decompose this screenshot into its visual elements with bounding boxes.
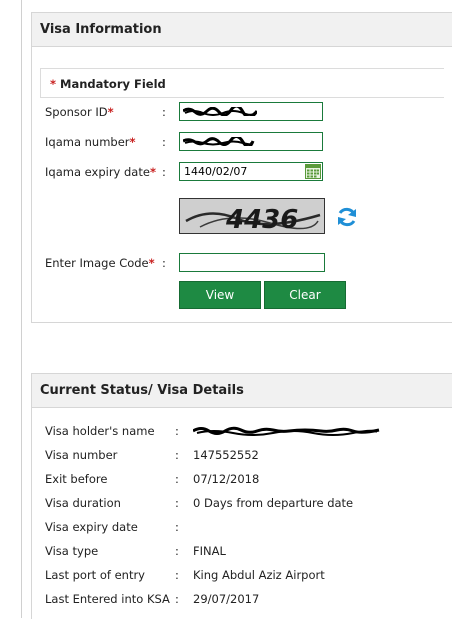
colon: : [175,424,179,438]
current-status-panel: Current Status/ Visa Details Visa holder… [31,373,452,619]
colon: : [175,544,179,558]
calendar-icon[interactable] [305,164,321,179]
colon: : [175,520,179,534]
captcha-text: 4436 [225,205,298,234]
colon: : [162,165,166,179]
status-row-label: Visa duration [45,496,121,510]
status-row-value: 07/12/2018 [193,472,260,486]
mandatory-star: * [50,77,57,91]
status-row-value: 147552552 [193,448,259,462]
colon: : [175,592,179,606]
sponsor-id-label: Sponsor ID* [45,105,114,119]
status-row-label: Exit before [45,472,108,486]
colon: : [162,256,166,270]
clear-button[interactable]: Clear [264,281,346,309]
iqama-expiry-label: Iqama expiry date* [45,165,156,179]
iqama-expiry-input[interactable]: 1440/02/07 [179,162,323,181]
colon: : [175,472,179,486]
image-code-label: Enter Image Code* [45,256,155,270]
status-row-label: Last port of entry [45,568,145,582]
status-row-label: Visa type [45,544,99,558]
sponsor-id-input[interactable] [179,102,323,121]
status-row-label: Last Entered into KSA [45,592,170,606]
colon: : [175,448,179,462]
view-button[interactable]: View [179,281,261,309]
redaction-scribble [183,137,255,146]
status-row-value: 0 Days from departure date [193,496,354,510]
status-row-label: Visa holder's name [45,424,155,438]
redaction-scribble [183,107,257,116]
iqama-number-label: Iqama number* [45,135,136,149]
visa-information-panel: Visa Information * Mandatory Field Spons… [31,12,452,323]
iqama-number-input[interactable] [179,132,323,151]
colon: : [162,105,166,119]
redaction-scribble [193,426,380,436]
colon: : [162,135,166,149]
page-left-border [21,0,22,618]
visa-information-title: Visa Information [32,13,452,47]
colon: : [175,496,179,510]
captcha-image: 4436 [179,198,325,234]
status-row-label: Visa number [45,448,118,462]
colon: : [175,568,179,582]
status-row-value: King Abdul Aziz Airport [193,568,325,582]
current-status-title: Current Status/ Visa Details [32,374,452,408]
status-row-value: 29/07/2017 [193,592,260,606]
image-code-input[interactable] [179,253,325,272]
refresh-icon[interactable] [335,205,359,229]
status-row-label: Visa expiry date [45,520,138,534]
mandatory-text: Mandatory Field [60,77,166,91]
status-row-value: FINAL [193,544,226,558]
mandatory-field-note: * Mandatory Field [40,68,444,98]
